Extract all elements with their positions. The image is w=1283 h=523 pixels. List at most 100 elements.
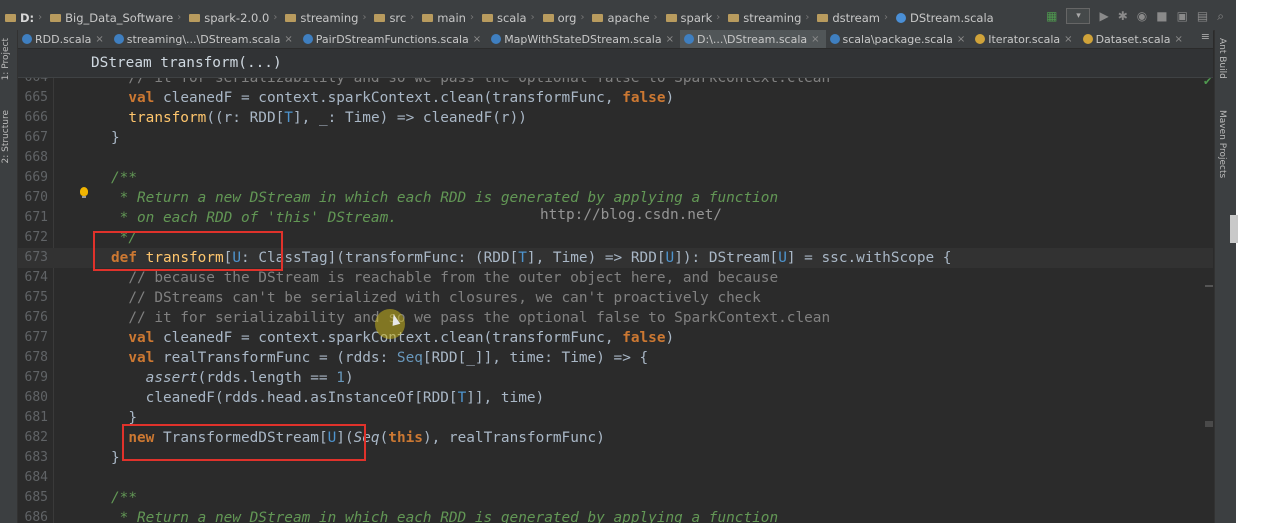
breadcrumb-item[interactable]: org › [538,11,588,25]
code-line[interactable]: 677 val cleanedF = context.sparkContext.… [18,328,1213,348]
watermark-text: http://blog.csdn.net/ [540,207,722,223]
sdk-icon[interactable]: ▣ [1177,9,1188,23]
code-text: val realTransformFunc = (rdds: Seq[RDD[_… [128,350,649,366]
scala-file-icon [22,34,32,44]
close-icon[interactable]: × [284,34,292,45]
editor-tab[interactable]: RDD.scala × [18,30,110,48]
right-tool-window-bar: Ant Build Maven Projects [1214,30,1230,523]
breadcrumb-label: streaming [300,10,359,25]
line-number: 671 [24,210,48,225]
code-line[interactable]: 678 val realTransformFunc = (rdds: Seq[R… [18,348,1213,368]
code-text: * on each RDD of 'this' DStream. [111,210,397,226]
close-icon[interactable]: × [473,34,481,45]
run-icon[interactable]: ▶ [1099,9,1108,23]
close-icon[interactable]: × [95,34,103,45]
sticky-scope-header: DStream transform(...) [18,49,1213,78]
left-tool-window-bar: 1: Project 2: Structure [0,30,18,523]
code-line[interactable]: 667} [18,128,1213,148]
scala-file-icon [1082,34,1093,44]
maven-projects-tool-button[interactable]: Maven Projects [1217,110,1227,178]
coverage-icon[interactable]: ◉ [1137,9,1147,23]
editor-tab[interactable]: streaming\...\DStream.scala × [110,30,299,48]
code-line[interactable]: 665 val cleanedF = context.sparkContext.… [18,88,1213,108]
stop-icon[interactable]: ■ [1156,9,1167,23]
editor-tab[interactable]: scala\package.scala × [826,30,972,48]
close-icon[interactable]: × [811,34,819,45]
tab-label: MapWithStateDStream.scala [504,32,662,46]
chevron-right-icon: › [38,12,43,23]
scala-file-icon [491,34,502,44]
breadcrumb-item[interactable]: spark › [661,11,724,25]
code-line[interactable]: 669 /** [18,168,1213,188]
line-number: 670 [24,190,48,205]
editor-tabs: RDD.scala × streaming\...\DStream.scala × Pa… [18,30,1213,49]
editor-tab[interactable]: D:\...\DStream.scala × [679,30,826,48]
code-line[interactable]: 676 // it for serializability and so we … [18,308,1213,328]
breadcrumb-item[interactable]: apache › [587,11,660,25]
breadcrumb-item[interactable]: streaming › [280,11,369,25]
code-text: /** [111,170,137,186]
breadcrumb-item[interactable]: DStream.scala [891,11,997,25]
breadcrumb-item[interactable]: streaming › [723,11,812,25]
desktop-background [1230,0,1283,523]
tab-label: RDD.scala [35,32,92,46]
editor-tab[interactable]: PairDStreamFunctions.scala × [299,30,487,48]
close-icon[interactable]: × [1174,34,1182,45]
debug-icon[interactable]: ✱ [1118,9,1128,23]
code-text: transform((r: RDD[T], _: Time) => cleane… [128,110,527,126]
editor-tab[interactable]: MapWithStateDStream.scala × [487,30,680,48]
highlight-box-def-transform [93,231,283,271]
breadcrumb-label: spark [680,10,713,25]
line-number: 678 [24,350,48,365]
breadcrumb-item[interactable]: D: › [0,11,45,25]
folder-icon [50,13,62,22]
run-config-dropdown[interactable]: ▾ [1066,8,1091,24]
breadcrumb-item[interactable]: main › [417,11,477,25]
line-number: 676 [24,310,48,325]
editor-tab[interactable]: Iterator.scala × [971,30,1078,48]
close-icon[interactable]: × [957,34,965,45]
chevron-right-icon: › [273,12,278,23]
line-number: 686 [24,510,48,523]
search-icon[interactable]: ⌕ [1217,9,1224,24]
line-number: 668 [24,150,48,165]
settings-icon[interactable]: ▤ [1197,9,1208,23]
code-line[interactable]: 686 * Return a new DStream in which each… [18,508,1213,523]
folder-icon [817,13,829,22]
ant-build-tool-button[interactable]: Ant Build [1217,38,1227,79]
close-icon[interactable]: × [1064,34,1072,45]
intention-bulb-icon[interactable] [80,187,88,198]
editor-tab[interactable]: Dataset.scala × [1079,30,1189,48]
line-number: 675 [24,290,48,305]
project-tool-button[interactable]: 1: Project [1,38,11,80]
code-line[interactable]: 680 cleanedF(rdds.head.asInstanceOf[RDD[… [18,388,1213,408]
code-line[interactable]: 674 // because the DStream is reachable … [18,268,1213,288]
breadcrumb-item[interactable]: src › [369,11,417,25]
breadcrumb-label: org [557,10,577,25]
window-resize-handle[interactable] [1230,215,1238,243]
chevron-right-icon: › [362,12,367,23]
code-line[interactable]: 675 // DStreams can't be serialized with… [18,288,1213,308]
breadcrumb-item[interactable]: spark-2.0.0 › [184,11,280,25]
run-toolbar: ▦ ▾ ▶ ✱ ◉ ■ ▣ ▤ ⌕ [1046,8,1230,24]
code-line[interactable]: 668 [18,148,1213,168]
make-icon[interactable]: ▦ [1046,9,1057,23]
code-line[interactable]: 670 * Return a new DStream in which each… [18,188,1213,208]
line-number: 680 [24,390,48,405]
code-line[interactable]: 685 /** [18,488,1213,508]
code-text: assert(rdds.length == 1) [145,370,354,386]
code-line[interactable]: 666 transform((r: RDD[T], _: Time) => cl… [18,108,1213,128]
close-icon[interactable]: × [666,34,674,45]
line-number: 677 [24,330,48,345]
tabs-overflow-icon[interactable]: ≡ [1201,30,1210,43]
chevron-right-icon: › [530,12,535,23]
tab-label: streaming\...\DStream.scala [126,32,281,46]
code-line[interactable]: 684 [18,468,1213,488]
breadcrumb-item[interactable]: dstream › [812,11,891,25]
structure-tool-button[interactable]: 2: Structure [1,110,11,164]
code-line[interactable]: 679 assert(rdds.length == 1) [18,368,1213,388]
chevron-right-icon: › [177,12,182,23]
breadcrumb-item[interactable]: Big_Data_Software › [45,11,184,25]
folder-icon [728,13,740,22]
breadcrumb-item[interactable]: scala › [477,11,538,25]
